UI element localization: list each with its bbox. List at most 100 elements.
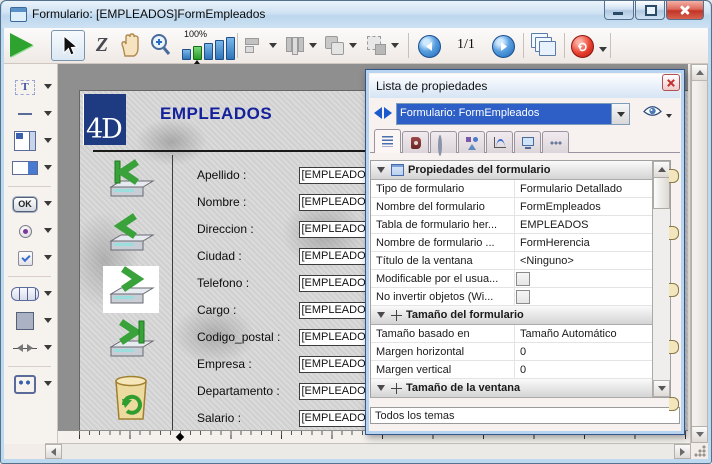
property-row[interactable]: Modificable por el usua... — [371, 270, 653, 288]
palette-tool[interactable] — [4, 101, 57, 128]
display-pages-button[interactable] — [531, 33, 557, 57]
delete-record-button[interactable] — [103, 373, 159, 420]
property-value[interactable]: EMPLEADOS — [514, 216, 653, 233]
property-row[interactable]: Margen horizontal 0 — [371, 343, 653, 361]
collapse-triangle-icon[interactable] — [377, 312, 385, 322]
property-value[interactable]: Tamaño Automático — [514, 325, 653, 342]
chevron-down-icon[interactable] — [44, 318, 52, 327]
scroll-down-icon[interactable] — [653, 380, 670, 397]
zoom-tool-button[interactable] — [148, 32, 173, 58]
property-value[interactable]: 0 — [514, 361, 653, 378]
property-value[interactable] — [514, 270, 653, 287]
zoom-control[interactable]: 100% — [180, 29, 232, 62]
first-record-button[interactable] — [103, 159, 159, 206]
property-row[interactable]: Tamaño de la ventana — [371, 379, 653, 398]
eye-icon[interactable] — [643, 105, 662, 123]
palette-tool[interactable]: T — [4, 74, 57, 101]
property-value[interactable] — [514, 288, 653, 305]
chevron-down-icon[interactable] — [599, 47, 607, 56]
property-row[interactable]: No invertir objetos (Wi... — [371, 288, 653, 306]
scroll-up-icon[interactable] — [691, 64, 708, 81]
titlebar[interactable]: Formulario: [EMPLEADOS]FormEmpleados — [2, 1, 710, 28]
vertical-scrollbar[interactable] — [690, 64, 708, 443]
group-button[interactable] — [366, 35, 399, 55]
chevron-down-icon[interactable] — [44, 201, 52, 210]
previous-record-button[interactable] — [103, 213, 159, 260]
horizontal-scrollbar[interactable] — [45, 443, 691, 459]
entry-order-button[interactable]: Z — [89, 32, 115, 58]
next-record-button[interactable] — [103, 266, 159, 313]
themes-filter[interactable]: Todos los temas — [370, 407, 680, 424]
object-nav-arrows[interactable] — [374, 107, 392, 119]
chevron-down-icon[interactable] — [44, 345, 52, 354]
next-object-icon[interactable] — [384, 107, 392, 119]
property-row[interactable]: Propiedades del formulario — [371, 161, 653, 180]
close-button[interactable] — [666, 1, 704, 20]
property-row[interactable]: Nombre de formulario ... FormHerencia — [371, 234, 653, 252]
chevron-down-icon[interactable] — [349, 43, 357, 52]
chevron-down-icon[interactable] — [44, 165, 52, 174]
property-row[interactable]: Tipo de formulario Formulario Detallado — [371, 180, 653, 198]
tab-curve[interactable] — [486, 131, 513, 153]
grid-scrollbar[interactable] — [652, 161, 670, 397]
property-row[interactable]: Tabla de formulario her... EMPLEADOS — [371, 216, 653, 234]
chevron-down-icon[interactable] — [44, 381, 52, 390]
tab-more[interactable] — [542, 131, 569, 153]
chevron-down-icon[interactable] — [666, 114, 672, 121]
tab-gear[interactable] — [430, 131, 457, 153]
hand-tool-button[interactable] — [118, 32, 142, 58]
pointer-tool-button[interactable] — [51, 30, 85, 61]
chevron-down-icon[interactable] — [269, 43, 277, 52]
tab-monitor[interactable] — [514, 131, 541, 153]
property-row[interactable]: Tamaño basado en Tamaño Automático — [371, 325, 653, 343]
palette-tool[interactable] — [4, 155, 57, 182]
chevron-down-icon[interactable] — [309, 43, 317, 52]
property-value[interactable]: <Ninguno> — [514, 252, 653, 269]
property-value[interactable]: FormEmpleados — [514, 198, 653, 215]
zoom-bars[interactable] — [182, 37, 235, 60]
property-checkbox[interactable] — [516, 272, 530, 286]
scroll-down-icon[interactable] — [691, 426, 708, 443]
collapse-triangle-icon[interactable] — [377, 167, 385, 177]
palette-tool[interactable]: OK — [4, 191, 57, 218]
field-box[interactable]: [EMPLEADO — [299, 410, 368, 427]
property-value[interactable]: Formulario Detallado — [514, 180, 653, 197]
property-row[interactable]: Tamaño del formulario — [371, 306, 653, 325]
property-row[interactable]: Título de la ventana <Ninguno> — [371, 252, 653, 270]
last-record-button[interactable] — [103, 319, 159, 366]
scroll-right-icon[interactable] — [674, 444, 691, 459]
macros-button[interactable] — [571, 35, 594, 58]
chevron-down-icon[interactable] — [44, 84, 52, 93]
panel-titlebar[interactable]: Lista de propiedades — [370, 74, 680, 98]
palette-tool[interactable] — [4, 245, 57, 272]
chevron-down-icon[interactable] — [44, 111, 52, 120]
collapse-triangle-icon[interactable] — [377, 385, 385, 395]
property-row[interactable]: Nombre del formulario FormEmpleados — [371, 198, 653, 216]
object-selector[interactable]: Formulario: FormEmpleados — [396, 103, 630, 125]
previous-page-button[interactable] — [418, 35, 441, 58]
chevron-down-icon[interactable] — [391, 43, 399, 52]
next-page-button[interactable] — [492, 35, 515, 58]
property-checkbox[interactable] — [516, 290, 530, 304]
chevron-down-icon[interactable] — [44, 291, 52, 300]
palette-tool[interactable] — [4, 362, 57, 371]
palette-tool[interactable] — [4, 308, 57, 335]
property-value[interactable]: FormHerencia — [514, 234, 653, 251]
palette-tool[interactable] — [4, 335, 57, 362]
resize-grip[interactable] — [694, 445, 706, 457]
scroll-left-icon[interactable] — [45, 444, 62, 459]
palette-tool[interactable] — [4, 128, 57, 155]
scroll-up-icon[interactable] — [653, 161, 670, 178]
chevron-down-icon[interactable] — [44, 255, 52, 264]
align-button[interactable] — [244, 35, 277, 55]
property-row[interactable]: Margen vertical 0 — [371, 361, 653, 379]
chevron-down-icon[interactable] — [44, 138, 52, 147]
tab-properties-list[interactable] — [374, 129, 401, 153]
palette-tool[interactable] — [4, 281, 57, 308]
tab-shapes[interactable] — [458, 131, 485, 153]
tab-book[interactable] — [402, 131, 429, 153]
palette-tool[interactable] — [4, 272, 57, 281]
panel-close-icon[interactable] — [662, 74, 680, 91]
palette-tool[interactable] — [4, 182, 57, 191]
minimize-button[interactable] — [604, 1, 634, 20]
